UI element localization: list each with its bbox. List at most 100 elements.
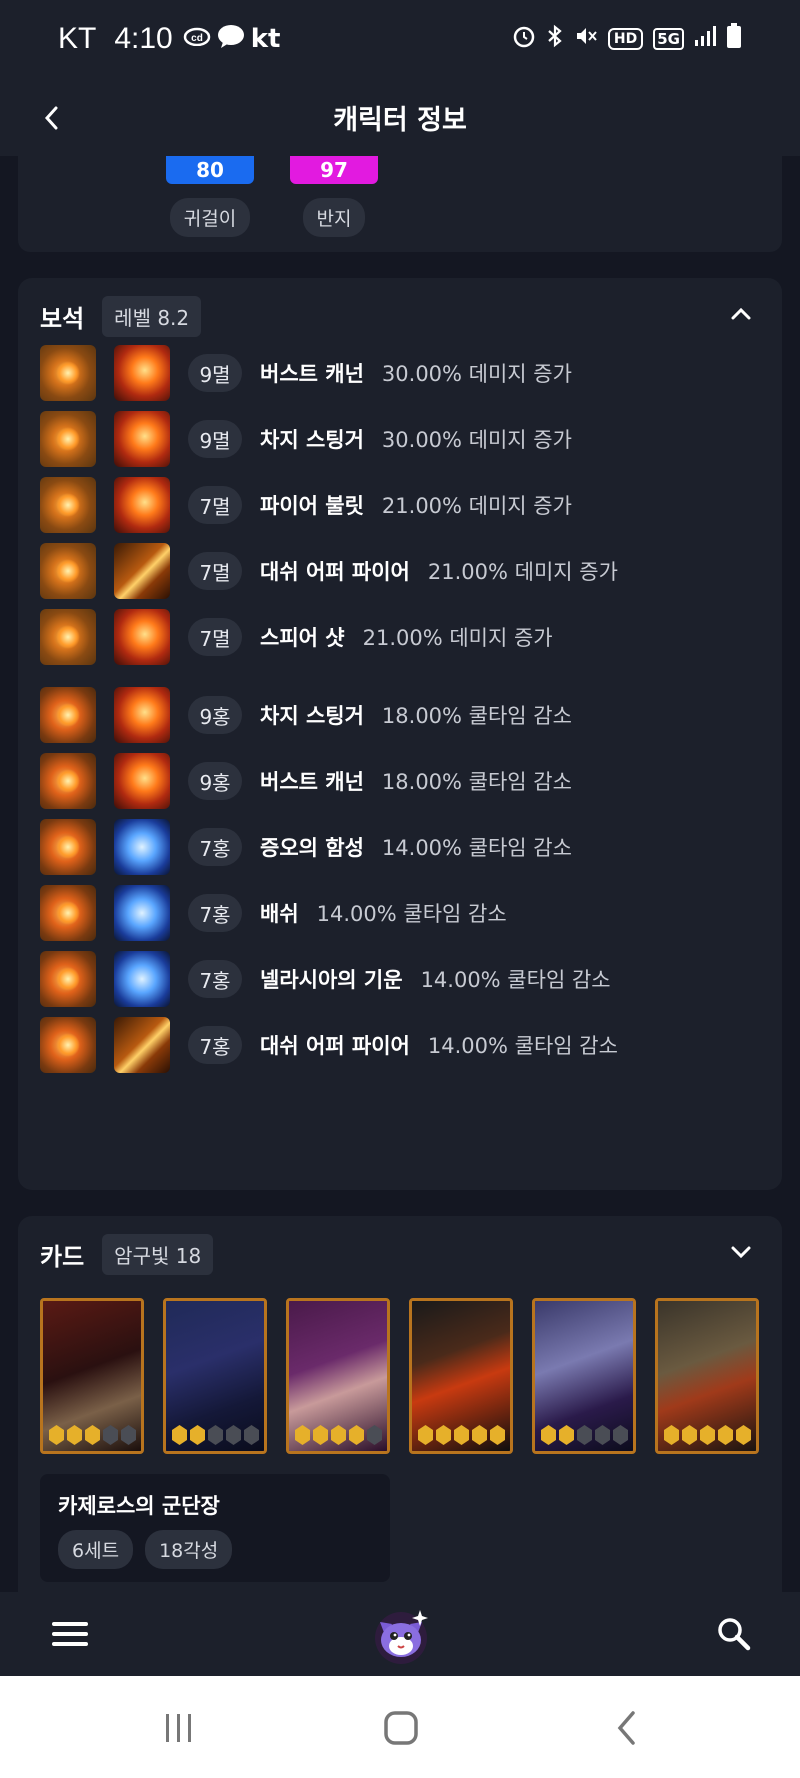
gem-row[interactable]: 7홍 배쉬 14.00% 쿨타임 감소 <box>40 884 507 942</box>
gem-level-pill: 7홍 <box>188 828 242 866</box>
awakening-gem-icon <box>613 1425 628 1445</box>
legend-card[interactable] <box>286 1298 390 1454</box>
legend-card[interactable] <box>409 1298 513 1454</box>
gem-skill-name: 스피어 샷 <box>260 626 345 650</box>
awakening-gem-icon <box>736 1425 751 1445</box>
legend-card[interactable] <box>655 1298 759 1454</box>
gem-row[interactable]: 9홍 버스트 캐넌 18.00% 쿨타임 감소 <box>40 752 572 810</box>
legend-card[interactable] <box>532 1298 636 1454</box>
skill-icon <box>114 951 170 1007</box>
accessory-ring: 97 반지 <box>290 156 378 237</box>
gem-level-pill: 7홍 <box>188 1026 242 1064</box>
gem-skill-name: 차지 스팅거 <box>260 428 364 452</box>
home-icon[interactable] <box>376 1706 426 1750</box>
chevron-up-icon[interactable] <box>728 304 754 324</box>
awakening-gem-icon <box>454 1425 469 1445</box>
skill-icon <box>114 753 170 809</box>
awakening-gem-icon <box>121 1425 136 1445</box>
gem-row[interactable]: 7홍 증오의 함성 14.00% 쿨타임 감소 <box>40 818 572 876</box>
legend-card[interactable] <box>40 1298 144 1454</box>
awakening-gem-icon <box>49 1425 64 1445</box>
gem-skill-name: 버스트 캐넌 <box>260 362 364 386</box>
ruby-gem-icon <box>40 687 96 743</box>
gem-row[interactable]: 9멸 차지 스팅거 30.00% 데미지 증가 <box>40 410 572 468</box>
awakening-gem-icon <box>208 1425 223 1445</box>
gem-row[interactable]: 7멸 대쉬 어퍼 파이어 21.00% 데미지 증가 <box>40 542 618 600</box>
page-title: 캐릭터 정보 <box>333 104 467 136</box>
gem-section: 보석 레벨 8.2 9멸 버스트 캐넌 30.00% 데미지 증가 9멸 차지 스팅거 3… <box>18 278 782 1190</box>
awakening-gem-icon <box>67 1425 82 1445</box>
awakening-gem-icon <box>490 1425 505 1445</box>
bluetooth-icon <box>546 24 564 54</box>
kt-icon: kt <box>250 24 281 54</box>
card-awakening-gems <box>664 1425 751 1445</box>
awakening-gem-icon <box>436 1425 451 1445</box>
annihilation-gem-icon <box>40 477 96 533</box>
gem-row[interactable]: 9홍 차지 스팅거 18.00% 쿨타임 감소 <box>40 686 572 744</box>
gem-level-chip: 레벨 8.2 <box>102 296 202 337</box>
card-set-box: 카제로스의 군단장 6세트 18각성 <box>40 1474 390 1582</box>
scroll-content[interactable]: 80 귀걸이 97 반지 보석 레벨 8.2 9멸 버스트 캐넌 30.00% 데미… <box>0 156 800 1592</box>
legend-card[interactable] <box>163 1298 267 1454</box>
bottom-nav <box>0 1592 800 1676</box>
card-awakening-gems <box>418 1425 505 1445</box>
battery-icon <box>726 23 742 55</box>
awakening-gem-icon <box>331 1425 346 1445</box>
chevron-down-icon[interactable] <box>728 1242 754 1262</box>
accessory-earring: 80 귀걸이 <box>166 156 254 237</box>
gem-row[interactable]: 7멸 파이어 불릿 21.00% 데미지 증가 <box>40 476 572 534</box>
skill-icon <box>114 687 170 743</box>
gem-level-pill: 9홍 <box>188 762 242 800</box>
mascot-cat-icon[interactable] <box>368 1602 434 1668</box>
awakening-gem-icon <box>190 1425 205 1445</box>
gem-level-pill: 7멸 <box>188 486 242 524</box>
gem-skill-name: 대쉬 어퍼 파이어 <box>260 560 410 584</box>
card-awakening-chip: 암구빛 18 <box>102 1234 214 1275</box>
cloud-icon: cd <box>183 26 211 52</box>
gem-row[interactable]: 9멸 버스트 캐넌 30.00% 데미지 증가 <box>40 344 572 402</box>
skill-icon <box>114 609 170 665</box>
card-awakening-gems <box>295 1425 382 1445</box>
ruby-gem-icon <box>40 753 96 809</box>
recents-icon[interactable] <box>154 1706 204 1750</box>
skill-icon <box>114 411 170 467</box>
card-strip <box>40 1298 759 1454</box>
awakening-gem-icon <box>367 1425 382 1445</box>
accessory-label: 반지 <box>302 198 366 237</box>
ruby-gem-icon <box>40 819 96 875</box>
app-header: 캐릭터 정보 <box>0 78 800 156</box>
hamburger-menu-icon[interactable] <box>52 1614 88 1654</box>
chevron-left-icon <box>44 106 58 130</box>
card-awakening-gems <box>172 1425 259 1445</box>
awakening-gem-icon <box>541 1425 556 1445</box>
signal-icon <box>694 25 716 53</box>
gem-skill-name: 대쉬 어퍼 파이어 <box>260 1034 410 1058</box>
skill-icon <box>114 1017 170 1073</box>
card-set-count: 6세트 <box>58 1530 134 1569</box>
gem-section-title: 보석 <box>40 305 85 333</box>
gem-effect: 30.00% 데미지 증가 <box>381 428 572 452</box>
gem-skill-name: 넬라시아의 기운 <box>260 968 403 992</box>
search-icon[interactable] <box>712 1612 756 1656</box>
gem-level-pill: 7멸 <box>188 618 242 656</box>
awakening-gem-icon <box>595 1425 610 1445</box>
gem-effect: 21.00% 데미지 증가 <box>427 560 618 584</box>
card-section-title: 카드 <box>40 1243 85 1271</box>
accessory-label: 귀걸이 <box>169 198 251 237</box>
ruby-gem-icon <box>40 951 96 1007</box>
awakening-gem-icon <box>85 1425 100 1445</box>
awakening-gem-icon <box>700 1425 715 1445</box>
card-set-awakening: 18각성 <box>145 1530 233 1569</box>
back-icon[interactable] <box>602 1706 652 1750</box>
gem-row[interactable]: 7홍 대쉬 어퍼 파이어 14.00% 쿨타임 감소 <box>40 1016 618 1074</box>
ruby-gem-icon <box>40 885 96 941</box>
gem-row[interactable]: 7멸 스피어 샷 21.00% 데미지 증가 <box>40 608 553 666</box>
clock: 4:10 <box>114 22 173 55</box>
accessory-quality-badge: 97 <box>290 156 378 184</box>
annihilation-gem-icon <box>40 345 96 401</box>
system-nav-bar <box>0 1676 800 1778</box>
awakening-gem-icon <box>313 1425 328 1445</box>
gem-row[interactable]: 7홍 넬라시아의 기운 14.00% 쿨타임 감소 <box>40 950 611 1008</box>
gem-effect: 14.00% 쿨타임 감소 <box>427 1034 618 1058</box>
back-button[interactable] <box>30 96 74 140</box>
